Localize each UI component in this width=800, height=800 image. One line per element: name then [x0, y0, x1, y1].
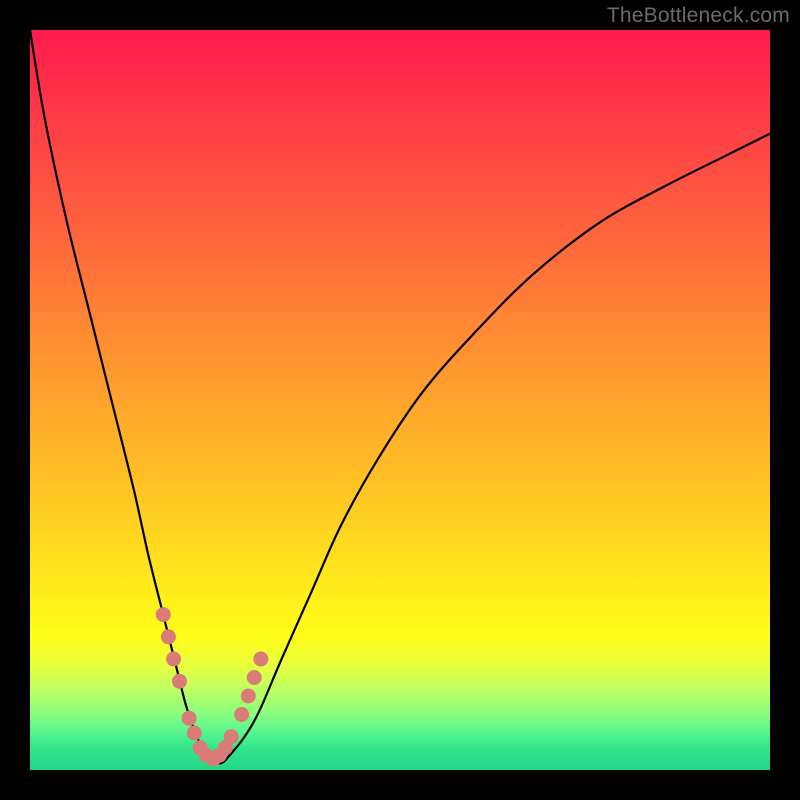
highlight-dot [187, 726, 202, 741]
chart-frame: TheBottleneck.com [0, 0, 800, 800]
highlight-dot [247, 670, 262, 685]
highlight-dot [161, 629, 176, 644]
highlight-dot [234, 707, 249, 722]
highlight-dot [241, 689, 256, 704]
highlight-dots [156, 607, 269, 766]
highlight-dot [156, 607, 171, 622]
highlight-dot [166, 652, 181, 667]
plot-area [30, 30, 770, 770]
bottleneck-curve [30, 30, 770, 764]
highlight-dot [224, 729, 239, 744]
chart-svg [30, 30, 770, 770]
highlight-dot [172, 674, 187, 689]
watermark-text: TheBottleneck.com [607, 4, 790, 28]
highlight-dot [182, 711, 197, 726]
highlight-dot [253, 652, 268, 667]
